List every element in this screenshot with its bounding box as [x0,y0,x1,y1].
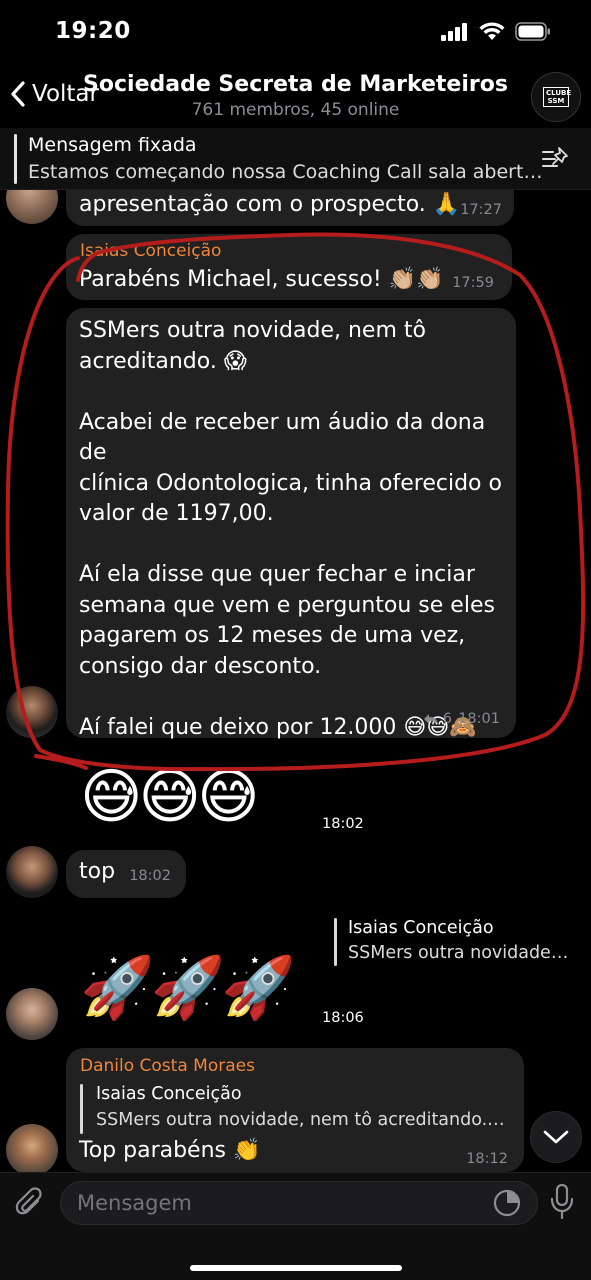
status-time: 19:20 [55,18,131,44]
reply-quote[interactable]: Isaias Conceição SSMers outra novidade… [334,916,584,968]
pinned-text: Estamos começando nossa Coaching Call sa… [28,161,543,183]
message-sender[interactable]: Isaias Conceição [80,241,221,261]
message-input[interactable] [60,1181,538,1225]
sticker-icon[interactable] [492,1188,522,1218]
reply-quote-bar [334,918,337,966]
message-text: Top parabéns 👏 [79,1138,261,1163]
group-avatar-logo: CLUBE SSM [543,87,571,107]
group-avatar[interactable]: CLUBE SSM [531,72,581,122]
reply-quote-bar [80,1084,83,1134]
message-time: 17:59 [452,275,494,291]
message-time: 18:12 [466,1151,508,1167]
emoji-content: 🚀🚀🚀 [80,953,296,1023]
message-sender[interactable]: Danilo Costa Moraes [80,1056,255,1076]
avatar[interactable] [6,988,58,1040]
chat-header: Voltar Sociedade Secreta de Marketeiros … [0,66,591,128]
message-time: 18:06 [322,1010,364,1026]
status-bar: 19:20 [0,0,591,66]
reply-quote-sender: Isaias Conceição [96,1084,242,1104]
reply-quote[interactable]: Isaias Conceição SSMers outra novidade, … [80,1082,510,1136]
reply-count: 6 [442,711,452,727]
message-bubble[interactable]: SSMers outra novidade, nem tô acreditand… [66,308,516,740]
message-bubble[interactable]: apresentação com o prospecto. 🙏 17:27 [66,190,514,226]
message-time: 18:01 [458,711,500,727]
reply-arrow-icon [423,714,438,724]
message-composer [0,1172,591,1280]
pinned-title: Mensagem fixada [28,134,197,156]
avatar[interactable] [6,190,58,224]
paperclip-icon[interactable] [14,1187,46,1219]
pinned-indicator [14,134,17,184]
emoji-content: 😅😅😅 [80,762,260,832]
chevron-down-icon [543,1130,569,1144]
message-bubble[interactable]: Isaias Conceição Parabéns Michael, suces… [66,234,512,300]
chat-member-count: 761 membros, 45 online [191,100,400,120]
wifi-icon [479,22,505,40]
message-text: top [79,859,116,884]
message-list[interactable]: apresentação com o prospecto. 🙏 17:27 Is… [0,190,591,1172]
message-replies[interactable]: 6 [423,711,452,727]
status-icons [441,22,551,41]
battery-icon [515,22,550,41]
scroll-to-bottom-button[interactable] [530,1111,582,1163]
pin-list-icon[interactable] [541,144,571,174]
avatar[interactable] [6,846,58,898]
message-text: Parabéns Michael, sucesso! 👏🏼👏🏼 [79,267,444,292]
reply-quote-text: SSMers outra novidade, nem tô acreditand… [96,1110,505,1130]
emoji-message[interactable]: 😅😅😅 [80,760,340,836]
avatar[interactable] [6,1124,58,1172]
pinned-message-bar[interactable]: Mensagem fixada Estamos começando nossa … [0,128,591,190]
message-text: apresentação com o prospecto. 🙏 [79,192,461,217]
message-time: 18:02 [129,868,171,884]
chat-title[interactable]: Sociedade Secreta de Marketeiros [0,72,591,97]
message-time: 18:02 [322,816,364,832]
cellular-signal-icon [441,22,467,41]
message-bubble[interactable]: Danilo Costa Moraes Isaias Conceição SSM… [66,1048,524,1172]
reply-quote-sender: Isaias Conceição [348,918,494,938]
message-bubble[interactable]: top 18:02 [66,850,186,898]
home-indicator[interactable] [190,1265,402,1271]
emoji-message[interactable]: 🚀🚀🚀 [80,948,330,1034]
microphone-icon[interactable] [548,1183,576,1221]
message-text: SSMers outra novidade, nem tô acreditand… [79,318,502,740]
reply-quote-text: SSMers outra novidade… [348,943,569,963]
avatar[interactable] [6,686,58,738]
message-time: 17:27 [460,202,502,218]
